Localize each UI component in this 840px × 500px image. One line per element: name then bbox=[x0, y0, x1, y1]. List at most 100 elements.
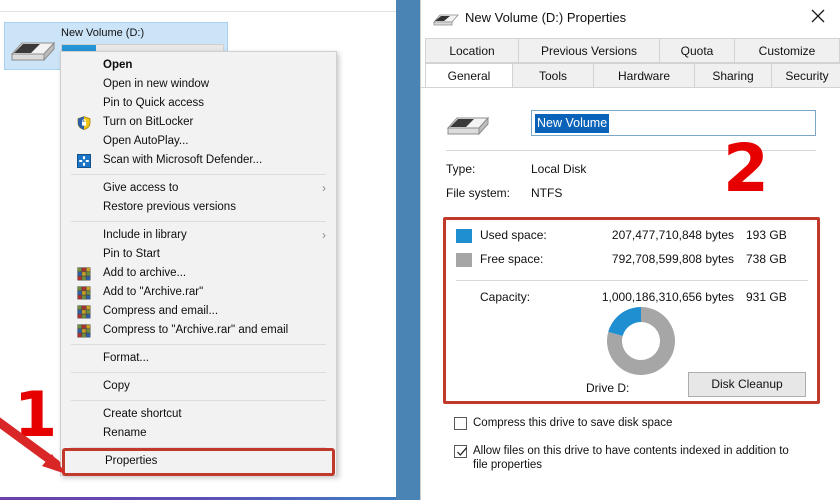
filesystem-value: NTFS bbox=[531, 186, 563, 200]
tab-label: Tools bbox=[538, 69, 567, 83]
tab-general[interactable]: General bbox=[425, 63, 513, 88]
context-menu-separator bbox=[71, 221, 326, 222]
context-menu: Open Open in new window Pin to Quick acces… bbox=[60, 51, 337, 476]
dialog-titlebar: New Volume (D:) Properties bbox=[421, 0, 840, 38]
volume-label-input[interactable] bbox=[531, 110, 816, 136]
context-menu-item[interactable]: Pin to Start bbox=[61, 245, 336, 264]
donut-slice-used-space bbox=[608, 307, 641, 336]
context-menu-item-label: Open bbox=[103, 59, 133, 71]
context-menu-item[interactable]: Compress and email... bbox=[61, 302, 336, 321]
capacity-gb: 931 GB bbox=[746, 290, 787, 304]
capacity-bytes: 1,000,186,310,656 bytes bbox=[601, 290, 734, 304]
drive-letter-label: Drive D: bbox=[586, 381, 630, 395]
context-menu-item[interactable]: Turn on BitLocker bbox=[61, 113, 336, 132]
defender-shield-icon bbox=[77, 154, 91, 168]
drive-tile-name: New Volume (D:) bbox=[61, 27, 145, 39]
context-menu-item-label: Add to archive... bbox=[103, 267, 187, 279]
context-menu-item-label: Restore previous versions bbox=[103, 201, 236, 213]
used-space-key: Used space: bbox=[480, 228, 547, 242]
context-menu-item[interactable]: Give access to › bbox=[61, 179, 336, 198]
context-menu-item-properties[interactable]: Properties bbox=[62, 448, 335, 476]
context-menu-item-label: Turn on BitLocker bbox=[103, 116, 194, 128]
context-menu-item[interactable]: Open in new window bbox=[61, 75, 336, 94]
annotation-arrow-1 bbox=[0, 416, 78, 487]
type-value: Local Disk bbox=[531, 162, 587, 176]
divider-above-capacity bbox=[456, 280, 808, 281]
context-menu-item-label: Copy bbox=[103, 380, 130, 392]
index-contents-checkbox[interactable] bbox=[454, 445, 467, 458]
tab-security[interactable]: Security bbox=[771, 63, 840, 88]
tab-label: Hardware bbox=[617, 69, 671, 83]
context-menu-item[interactable]: Scan with Microsoft Defender... bbox=[61, 151, 336, 170]
tab-row-top: Location Previous Versions Quota Customize bbox=[421, 38, 840, 63]
hard-drive-icon-large bbox=[446, 112, 490, 137]
context-menu-separator bbox=[71, 344, 326, 345]
dialog-title: New Volume (D:) Properties bbox=[465, 10, 627, 25]
context-menu-separator bbox=[71, 447, 326, 448]
tab-label: Location bbox=[449, 44, 495, 58]
filesystem-key: File system: bbox=[446, 186, 511, 200]
context-menu-item-label: Pin to Quick access bbox=[103, 97, 204, 109]
context-menu-separator bbox=[71, 400, 326, 401]
tab-customize[interactable]: Customize bbox=[734, 38, 840, 63]
context-menu-item[interactable]: Copy bbox=[61, 377, 336, 396]
context-menu-item[interactable]: Include in library › bbox=[61, 226, 336, 245]
top-divider bbox=[0, 11, 396, 12]
context-menu-item-label: Scan with Microsoft Defender... bbox=[103, 154, 263, 166]
winrar-icon bbox=[77, 324, 91, 338]
index-contents-label-line2: file properties bbox=[473, 459, 543, 471]
tab-label: General bbox=[447, 69, 491, 83]
tab-tools[interactable]: Tools bbox=[512, 63, 594, 88]
tab-hardware[interactable]: Hardware bbox=[593, 63, 695, 88]
hard-drive-icon bbox=[10, 37, 56, 63]
context-menu-item[interactable]: Open bbox=[61, 56, 336, 75]
index-contents-label-line1: Allow files on this drive to have conten… bbox=[473, 445, 789, 457]
tab-label: Sharing bbox=[712, 69, 754, 83]
tab-location[interactable]: Location bbox=[425, 38, 519, 63]
winrar-icon bbox=[77, 286, 91, 300]
context-menu-item[interactable]: Format... bbox=[61, 349, 336, 368]
annotation-step-2: 2 bbox=[723, 130, 769, 207]
winrar-icon bbox=[77, 305, 91, 319]
context-menu-item[interactable]: Add to "Archive.rar" bbox=[61, 283, 336, 302]
disk-cleanup-button[interactable]: Disk Cleanup bbox=[688, 372, 806, 397]
close-icon[interactable] bbox=[796, 0, 840, 32]
context-menu-item[interactable]: Create shortcut bbox=[61, 405, 336, 424]
tab-strip: Location Previous Versions Quota Customize … bbox=[421, 38, 840, 88]
screenshot-root: New Volume (D:) 193 GB free of 931 GB Op… bbox=[0, 0, 840, 500]
context-menu-item[interactable]: Restore previous versions bbox=[61, 198, 336, 217]
disk-usage-donut-chart bbox=[604, 304, 678, 378]
tab-quota[interactable]: Quota bbox=[659, 38, 735, 63]
volume-label-row: New Volume bbox=[421, 102, 840, 146]
context-menu-item[interactable]: Rename bbox=[61, 424, 336, 443]
used-space-swatch bbox=[456, 229, 472, 243]
context-menu-item-label: Give access to bbox=[103, 182, 179, 194]
disk-usage-highlight-box: Used space: 207,477,710,848 bytes 193 GB… bbox=[443, 217, 820, 404]
context-menu-item[interactable]: Pin to Quick access bbox=[61, 94, 336, 113]
compress-drive-checkbox[interactable] bbox=[454, 417, 467, 430]
explorer-pane: New Volume (D:) 193 GB free of 931 GB Op… bbox=[0, 0, 396, 500]
context-menu-item-label: Pin to Start bbox=[103, 248, 160, 260]
context-menu-separator bbox=[71, 372, 326, 373]
context-menu-item-label: Add to "Archive.rar" bbox=[103, 286, 204, 298]
context-menu-item[interactable]: Compress to "Archive.rar" and email bbox=[61, 321, 336, 340]
compress-drive-label: Compress this drive to save disk space bbox=[473, 417, 673, 429]
tab-sharing[interactable]: Sharing bbox=[694, 63, 772, 88]
context-menu-item-label: Open AutoPlay... bbox=[103, 135, 189, 147]
context-menu-item[interactable]: Open AutoPlay... bbox=[61, 132, 336, 151]
used-space-bytes: 207,477,710,848 bytes bbox=[611, 228, 734, 242]
tab-previous-versions[interactable]: Previous Versions bbox=[518, 38, 660, 63]
context-menu-item-label: Include in library bbox=[103, 229, 187, 241]
chevron-right-icon: › bbox=[322, 181, 326, 195]
tab-label: Quota bbox=[680, 44, 714, 58]
free-space-swatch bbox=[456, 253, 472, 267]
chevron-right-icon: › bbox=[322, 228, 326, 242]
context-menu-item-label: Open in new window bbox=[103, 78, 210, 90]
tab-row-bottom: General Tools Hardware Sharing Security bbox=[421, 63, 840, 88]
properties-dialog: New Volume (D:) Properties Location Previ… bbox=[420, 0, 840, 500]
capacity-key: Capacity: bbox=[480, 290, 531, 304]
context-menu-item-label: Format... bbox=[103, 352, 150, 364]
context-menu-item[interactable]: Add to archive... bbox=[61, 264, 336, 283]
context-menu-item-label: Create shortcut bbox=[103, 408, 182, 420]
free-space-gb: 738 GB bbox=[746, 252, 787, 266]
